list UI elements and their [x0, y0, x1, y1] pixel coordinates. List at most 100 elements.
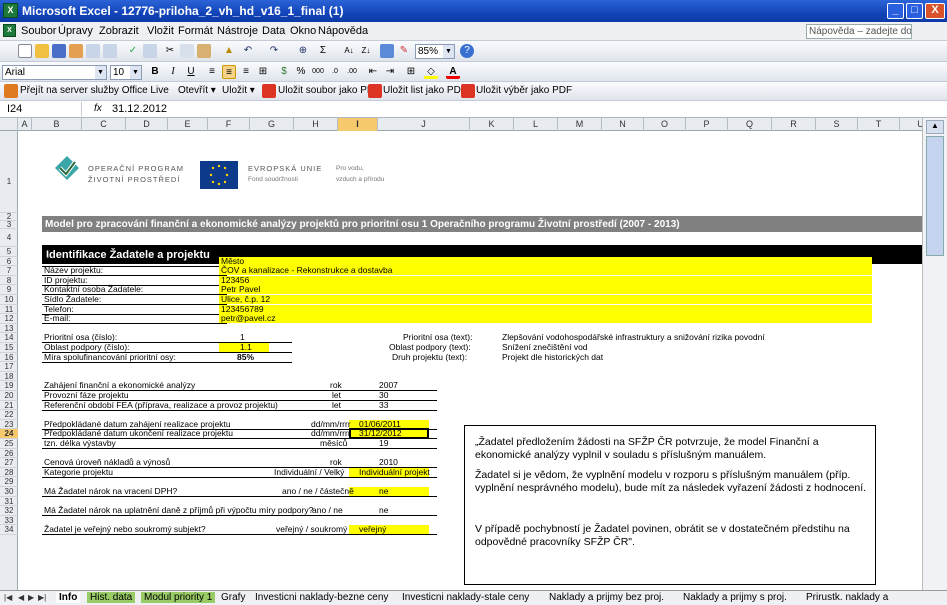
italic-icon[interactable]: I — [166, 65, 180, 79]
row-header-14[interactable]: 14 — [0, 333, 18, 343]
tab-naklady-bez[interactable]: Naklady a prijmy bez proj. — [549, 592, 664, 603]
row-header-13[interactable]: 13 — [0, 324, 18, 334]
column-header-s[interactable]: S — [816, 118, 858, 131]
prev-sheet-icon[interactable]: ◀ — [18, 593, 24, 602]
align-right-icon[interactable]: ≡ — [239, 65, 253, 79]
chart-wizard-icon[interactable] — [380, 44, 394, 58]
row-header-4[interactable]: 4 — [0, 229, 18, 247]
decrease-indent-icon[interactable]: ⇤ — [366, 65, 380, 79]
format-painter-icon[interactable]: ▲ — [222, 44, 236, 58]
tab-naklady-s[interactable]: Naklady a prijmy s proj. — [683, 592, 787, 603]
row-header-27[interactable]: 27 — [0, 458, 18, 468]
row-header-22[interactable]: 22 — [0, 410, 18, 420]
applicant-value[interactable]: petr@pavel.cz — [221, 314, 275, 323]
menu-zobrazit[interactable]: Zobrazit — [99, 25, 139, 37]
scroll-up-icon[interactable]: ▲ — [926, 120, 944, 134]
undo-icon[interactable]: ↶ — [241, 44, 255, 58]
drawing-icon[interactable]: ✎ — [397, 44, 411, 58]
row-header-32[interactable]: 32 — [0, 506, 18, 516]
param-value[interactable]: ne — [379, 506, 388, 515]
help-search-input[interactable]: Nápověda – zadejte dotaz — [806, 24, 912, 39]
row-header-24[interactable]: 24 — [0, 429, 18, 439]
align-center-icon[interactable]: ≡ — [222, 65, 236, 79]
tab-grafy[interactable]: Grafy — [221, 592, 245, 603]
row-header-10[interactable]: 10 — [0, 295, 18, 305]
font-select[interactable]: Arial ▼ — [2, 65, 107, 80]
row-header-1[interactable]: 1 — [0, 131, 18, 213]
menu-vlozit[interactable]: Vložit — [147, 25, 174, 37]
sort-desc-icon[interactable]: Z↓ — [359, 44, 373, 58]
row-header-20[interactable]: 20 — [0, 391, 18, 401]
decrease-decimal-icon[interactable]: .00 — [345, 65, 359, 79]
vertical-scrollbar[interactable]: ▲ — [922, 118, 947, 590]
thousands-icon[interactable]: 000 — [311, 65, 325, 79]
menu-format[interactable]: Formát — [178, 25, 213, 37]
row-header-28[interactable]: 28 — [0, 468, 18, 478]
first-sheet-icon[interactable]: |◀ — [4, 593, 12, 602]
row-header-8[interactable]: 8 — [0, 276, 18, 286]
column-header-n[interactable]: N — [602, 118, 644, 131]
column-header-c[interactable]: C — [82, 118, 126, 131]
row-header-6[interactable]: 6 — [0, 257, 18, 267]
column-header-a[interactable]: A — [18, 118, 32, 131]
new-icon[interactable] — [18, 44, 32, 58]
tab-prirustk[interactable]: Prirustk. naklady a — [806, 592, 888, 603]
row-header-11[interactable]: 11 — [0, 305, 18, 315]
param-value[interactable]: 19 — [379, 439, 388, 448]
borders-icon[interactable]: ⊞ — [404, 65, 418, 79]
column-header-i[interactable]: I — [338, 118, 378, 131]
param-value[interactable]: 30 — [379, 391, 388, 400]
row-header-21[interactable]: 21 — [0, 401, 18, 411]
row-header-31[interactable]: 31 — [0, 497, 18, 507]
last-sheet-icon[interactable]: ▶| — [38, 593, 46, 602]
param-value[interactable]: Individuální projekt — [359, 467, 430, 477]
row-header-5[interactable]: 5 — [0, 247, 18, 257]
menu-upravy[interactable]: Úpravy — [58, 25, 93, 37]
office-live-icon[interactable] — [4, 84, 18, 98]
fx-icon[interactable]: fx — [94, 103, 102, 114]
font-color-icon[interactable]: A — [446, 65, 460, 79]
worksheet[interactable]: OPERAČNÍ PROGRAM ŽIVOTNÍ PROSTŘEDÍ EVROP… — [18, 131, 922, 590]
spelling-icon[interactable]: ✓ — [126, 44, 140, 58]
open-icon[interactable] — [35, 44, 49, 58]
priority-value[interactable]: 85% — [237, 352, 254, 362]
applicant-value[interactable]: ČOV a kanalizace - Rekonstrukce a dostav… — [221, 266, 393, 275]
row-header-30[interactable]: 30 — [0, 487, 18, 497]
row-header-9[interactable]: 9 — [0, 285, 18, 295]
column-header-h[interactable]: H — [294, 118, 338, 131]
print-preview-icon[interactable] — [103, 44, 117, 58]
tab-invest-bezne[interactable]: Investicni naklady-bezne ceny — [255, 592, 388, 603]
column-header-p[interactable]: P — [686, 118, 728, 131]
save-button[interactable]: Uložit ▾ — [222, 85, 255, 96]
row-header-15[interactable]: 15 — [0, 343, 18, 353]
sort-asc-icon[interactable]: A↓ — [342, 44, 356, 58]
print-icon[interactable] — [86, 44, 100, 58]
copy-icon[interactable] — [180, 44, 194, 58]
column-header-f[interactable]: F — [208, 118, 250, 131]
row-header-29[interactable]: 29 — [0, 477, 18, 487]
row-header-34[interactable]: 34 — [0, 525, 18, 535]
percent-icon[interactable]: % — [294, 65, 308, 79]
help-icon[interactable]: ? — [460, 44, 474, 58]
row-header-12[interactable]: 12 — [0, 314, 18, 324]
column-header-l[interactable]: L — [514, 118, 558, 131]
column-header-m[interactable]: M — [558, 118, 602, 131]
close-button[interactable]: X — [925, 3, 945, 19]
name-box[interactable]: I24 — [2, 102, 82, 116]
bold-icon[interactable]: B — [148, 65, 162, 79]
column-header-j[interactable]: J — [378, 118, 470, 131]
param-value[interactable]: 2010 — [379, 458, 398, 467]
tab-info[interactable]: Info — [56, 592, 81, 603]
menu-napoveda[interactable]: Nápověda — [318, 25, 368, 37]
office-live-button[interactable]: Přejít na server služby Office Live — [20, 85, 169, 96]
research-icon[interactable] — [143, 44, 157, 58]
document-icon[interactable]: X — [3, 24, 16, 37]
save-file-pdf-button[interactable]: Uložit soubor jako PDF — [278, 85, 380, 96]
row-header-19[interactable]: 19 — [0, 381, 18, 391]
formula-input[interactable]: 31.12.2012 — [112, 103, 167, 115]
save-icon[interactable] — [52, 44, 66, 58]
font-size-select[interactable]: 10 ▼ — [110, 65, 142, 80]
autosum-icon[interactable]: Σ — [316, 44, 330, 58]
fill-color-icon[interactable]: ◇ — [424, 65, 438, 79]
tab-hist-data[interactable]: Hist. data — [87, 592, 136, 603]
